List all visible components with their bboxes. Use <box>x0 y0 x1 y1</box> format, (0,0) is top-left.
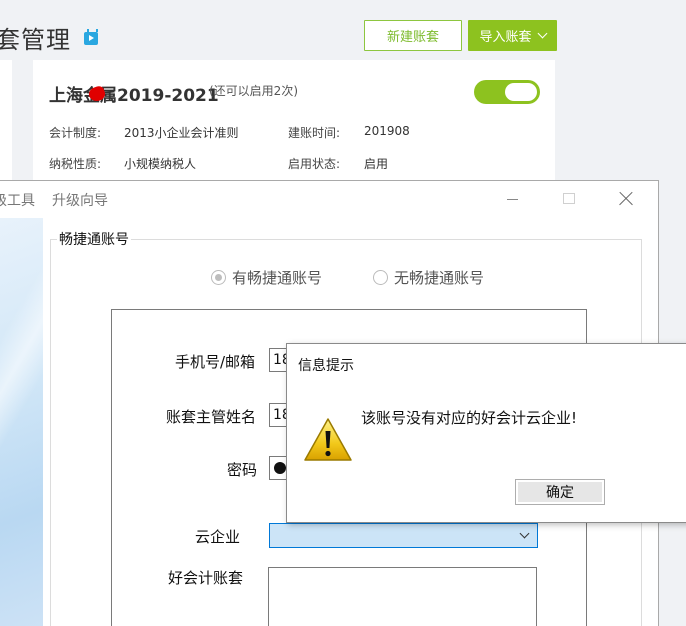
minimize-button[interactable] <box>507 199 518 200</box>
accounting-system-value: 2013小企业会计准则 <box>124 126 239 140</box>
import-account-label: 导入账套 <box>479 30 532 45</box>
haokuaiji-account-list[interactable] <box>268 567 537 626</box>
page-title: 套管理 <box>0 26 71 54</box>
cloud-enterprise-label: 云企业 <box>195 528 241 546</box>
enable-status-value: 启用 <box>364 157 389 171</box>
account-enable-toggle[interactable] <box>474 80 540 104</box>
left-panel-edge <box>0 60 12 180</box>
accounting-system-label: 会计制度: <box>49 126 102 140</box>
radio-no-account[interactable]: 无畅捷通账号 <box>373 267 484 288</box>
wizard-side-banner <box>0 218 43 626</box>
created-time-value: 201908 <box>364 124 410 138</box>
tax-type-label: 纳税性质: <box>49 157 102 171</box>
app-header: 套管理 新建账套 导入账套 <box>0 0 686 60</box>
ok-button[interactable]: 确定 <box>515 479 605 505</box>
radio-no-account-label: 无畅捷通账号 <box>394 269 485 287</box>
warning-icon <box>304 418 352 461</box>
password-label: 密码 <box>227 461 258 479</box>
radio-checked-icon <box>211 270 226 285</box>
dialog-title: 信息提示 <box>298 358 354 374</box>
manager-name-label: 账套主管姓名 <box>166 408 257 426</box>
new-account-button[interactable]: 新建账套 <box>364 20 462 51</box>
account-card[interactable]: 上海金属2019-2021 (还可以启用2次) 会计制度: 2013小企业会计准… <box>33 60 555 180</box>
info-dialog: 信息提示 该账号没有对应的好会计云企业! 确定 <box>286 343 686 523</box>
radio-unchecked-icon <box>373 270 388 285</box>
radio-has-account[interactable]: 有畅捷通账号 <box>211 267 322 288</box>
chevron-down-icon <box>537 28 547 39</box>
toggle-knob <box>505 83 537 101</box>
haokuaiji-account-label: 好会计账套 <box>168 569 244 587</box>
cloud-enterprise-select[interactable] <box>269 523 538 548</box>
group-label: 畅捷通账号 <box>57 229 131 249</box>
account-remaining-uses: (还可以启用2次) <box>209 84 298 98</box>
close-icon[interactable] <box>619 192 633 206</box>
created-time-label: 建账时间: <box>288 126 341 140</box>
tax-type-value: 小规模纳税人 <box>124 157 197 171</box>
account-title: 上海金属2019-2021 <box>49 86 219 106</box>
maximize-button[interactable] <box>563 193 575 204</box>
tab-upgrade-tools[interactable]: 级工具 <box>0 190 35 210</box>
password-mask-dot <box>274 462 286 474</box>
radio-has-account-label: 有畅捷通账号 <box>232 269 323 287</box>
wizard-titlebar: 级工具 升级向导 <box>0 181 658 215</box>
chevron-down-icon <box>519 528 530 539</box>
dialog-message: 该账号没有对应的好会计云企业! <box>361 409 578 427</box>
tab-upgrade-wizard[interactable]: 升级向导 <box>52 190 108 210</box>
enable-status-label: 启用状态: <box>288 157 341 171</box>
import-account-button[interactable]: 导入账套 <box>468 20 557 51</box>
video-tutorial-icon[interactable] <box>84 32 98 45</box>
phone-email-label: 手机号/邮箱 <box>175 353 256 371</box>
